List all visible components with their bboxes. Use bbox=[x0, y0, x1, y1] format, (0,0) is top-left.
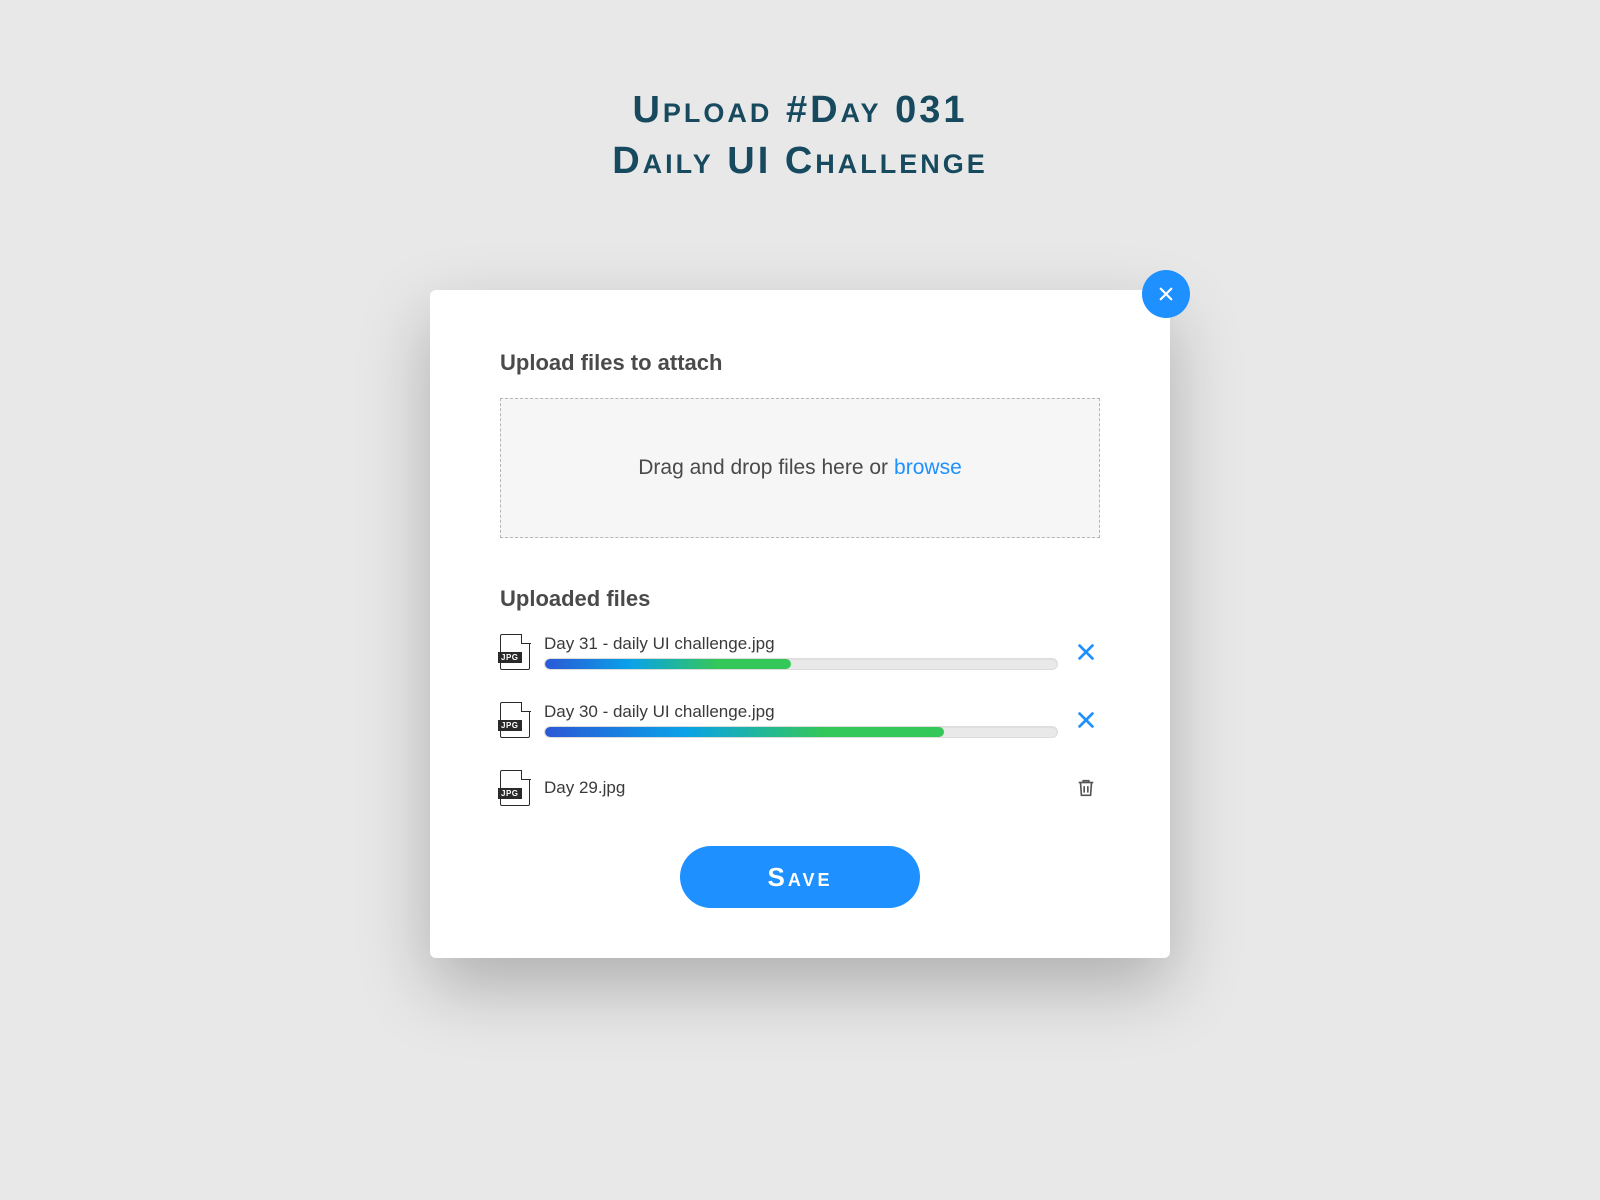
uploaded-section-title: Uploaded files bbox=[500, 586, 1100, 612]
progress-bar bbox=[544, 726, 1058, 738]
progress-fill bbox=[545, 659, 791, 669]
page-title: Upload #Day 031 Daily UI Challenge bbox=[0, 0, 1600, 188]
file-row: JPG Day 31 - daily UI challenge.jpg bbox=[500, 634, 1100, 670]
progress-fill bbox=[545, 727, 944, 737]
dropzone[interactable]: Drag and drop files here or browse bbox=[500, 398, 1100, 538]
close-button[interactable] bbox=[1142, 270, 1190, 318]
cancel-icon bbox=[1075, 709, 1097, 731]
file-type-badge: JPG bbox=[498, 652, 522, 663]
file-type-icon: JPG bbox=[500, 770, 530, 806]
file-type-icon: JPG bbox=[500, 702, 530, 738]
cancel-upload-button[interactable] bbox=[1072, 709, 1100, 731]
file-body: Day 31 - daily UI challenge.jpg bbox=[544, 634, 1058, 670]
file-name: Day 29.jpg bbox=[544, 778, 1058, 798]
cancel-upload-button[interactable] bbox=[1072, 641, 1100, 663]
delete-file-button[interactable] bbox=[1072, 777, 1100, 799]
upload-section-title: Upload files to attach bbox=[500, 350, 1100, 376]
cancel-icon bbox=[1075, 641, 1097, 663]
file-type-icon: JPG bbox=[500, 634, 530, 670]
page-title-line1: Upload #Day 031 bbox=[0, 85, 1600, 136]
file-name: Day 31 - daily UI challenge.jpg bbox=[544, 634, 1058, 654]
file-row: JPG Day 30 - daily UI challenge.jpg bbox=[500, 702, 1100, 738]
progress-bar bbox=[544, 658, 1058, 670]
file-type-badge: JPG bbox=[498, 788, 522, 799]
browse-link[interactable]: browse bbox=[894, 456, 962, 480]
trash-icon bbox=[1075, 777, 1097, 799]
file-type-badge: JPG bbox=[498, 720, 522, 731]
file-name: Day 30 - daily UI challenge.jpg bbox=[544, 702, 1058, 722]
upload-modal: Upload files to attach Drag and drop fil… bbox=[430, 290, 1170, 958]
file-row: JPG Day 29.jpg bbox=[500, 770, 1100, 806]
file-body: Day 30 - daily UI challenge.jpg bbox=[544, 702, 1058, 738]
dropzone-text: Drag and drop files here or bbox=[638, 456, 888, 480]
close-icon bbox=[1157, 285, 1175, 303]
save-button[interactable]: Save bbox=[680, 846, 920, 908]
page-title-line2: Daily UI Challenge bbox=[0, 136, 1600, 187]
file-list: JPG Day 31 - daily UI challenge.jpg JPG … bbox=[500, 634, 1100, 806]
